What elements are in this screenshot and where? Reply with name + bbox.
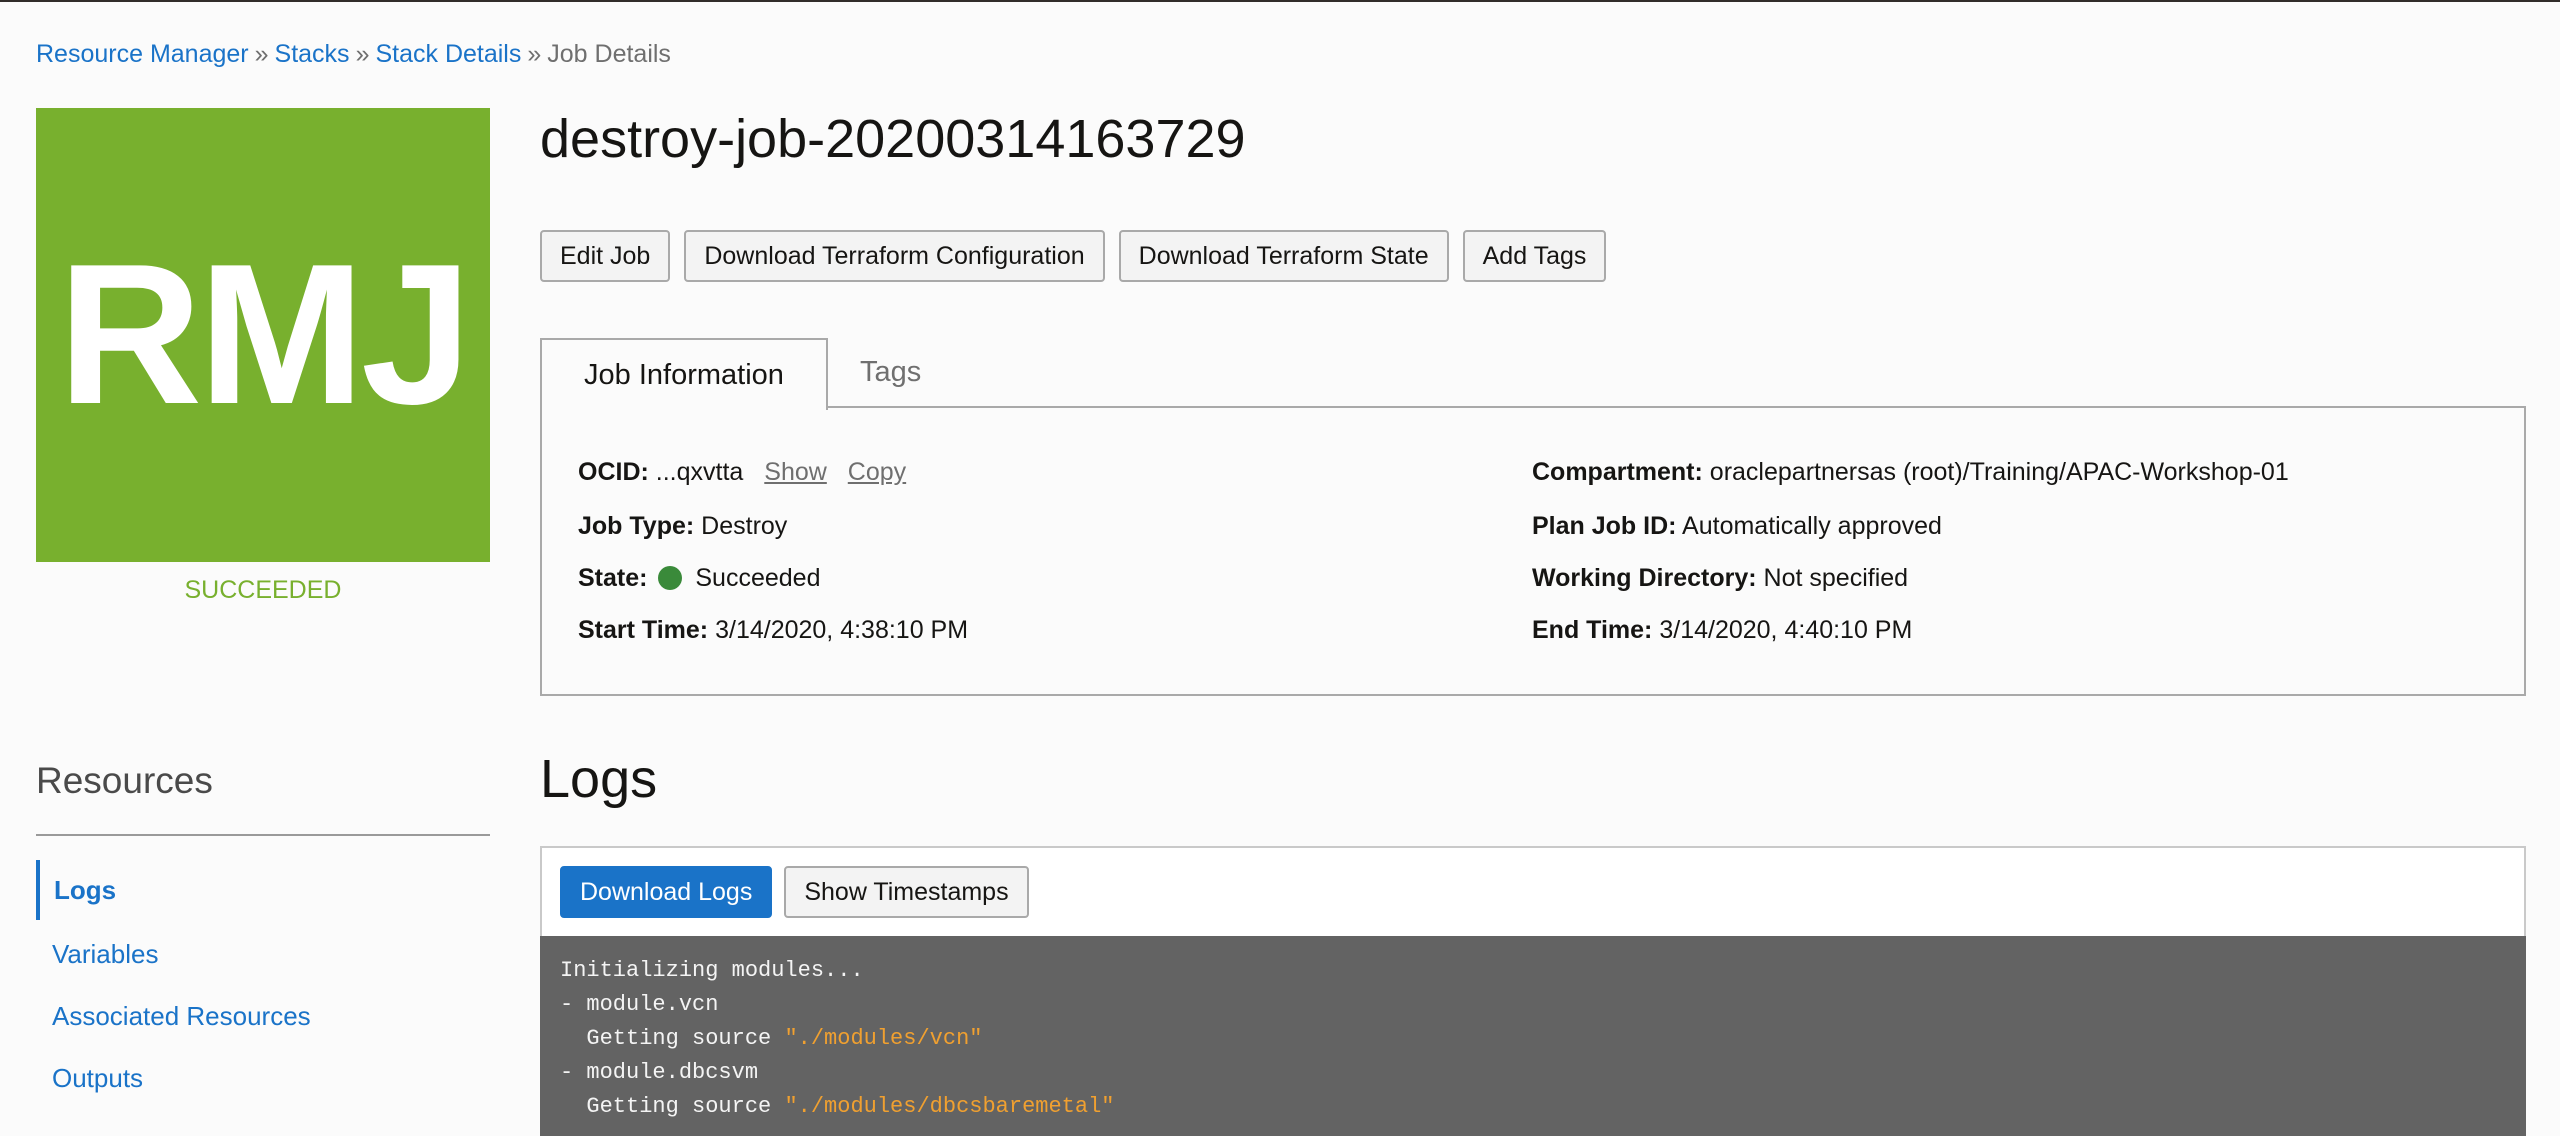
log-console: Initializing modules... - module.vcn Get… [540, 936, 2526, 1136]
top-border [0, 0, 2560, 2]
status-dot-icon [658, 566, 683, 590]
state-label: State: [578, 564, 648, 592]
log-line: Getting source "./modules/vcn" [560, 1026, 983, 1051]
compartment-label: Compartment: [1532, 458, 1703, 486]
log-line: - module.vcn [560, 992, 719, 1017]
job-type-value: Destroy [701, 512, 788, 540]
ocid-show-link[interactable]: Show [764, 458, 827, 486]
state-row: State: Succeeded [578, 564, 820, 593]
log-line: Initializing modules... [560, 958, 864, 983]
page-title: destroy-job-20200314163729 [540, 109, 1246, 169]
status-label: SUCCEEDED [184, 576, 342, 604]
resources-item-outputs[interactable]: Outputs [36, 1048, 143, 1108]
resources-divider [36, 834, 490, 836]
log-line: - module.dbcsvm [560, 1060, 759, 1085]
tab-job-information[interactable]: Job Information [540, 338, 828, 410]
plan-job-id-value: Automatically approved [1682, 512, 1942, 540]
breadcrumb: Resource Manager» Stacks» Stack Details» Jo… [36, 40, 671, 69]
log-line: Getting source "./modules/dbcsbaremetal" [560, 1094, 1115, 1119]
end-time-label: End Time: [1532, 616, 1653, 644]
ocid-value: ...qxvtta [655, 458, 744, 486]
add-tags-button[interactable]: Add Tags [1462, 230, 1607, 282]
breadcrumb-resource-manager[interactable]: Resource Manager [36, 40, 249, 68]
breadcrumb-separator: » [355, 40, 370, 68]
resources-heading: Resources [36, 760, 213, 801]
ocid-copy-link[interactable]: Copy [848, 458, 906, 486]
plan-job-id-row: Plan Job ID: Automatically approved [1532, 512, 1942, 541]
end-time-row: End Time: 3/14/2020, 4:40:10 PM [1532, 616, 1912, 645]
working-directory-label: Working Directory: [1532, 564, 1757, 592]
ocid-row: OCID: ...qxvtta Show Copy [578, 458, 906, 487]
breadcrumb-stacks[interactable]: Stacks [275, 40, 350, 68]
resources-item-associated-resources[interactable]: Associated Resources [36, 986, 311, 1046]
start-time-label: Start Time: [578, 616, 709, 644]
resources-item-variables[interactable]: Variables [36, 924, 158, 984]
job-type-label: Job Type: [578, 512, 695, 540]
state-value: Succeeded [695, 564, 821, 592]
action-toolbar: Edit Job Download Terraform Configuratio… [540, 230, 1607, 282]
breadcrumb-separator: » [527, 40, 542, 68]
download-logs-button[interactable]: Download Logs [560, 866, 773, 918]
job-logo: RMJ [36, 108, 490, 562]
job-type-row: Job Type: Destroy [578, 512, 787, 541]
breadcrumb-separator: » [254, 40, 269, 68]
ocid-label: OCID: [578, 458, 649, 486]
resources-item-logs[interactable]: Logs [36, 860, 116, 920]
breadcrumb-stack-details[interactable]: Stack Details [375, 40, 521, 68]
tab-tags[interactable]: Tags [860, 338, 921, 406]
show-timestamps-button[interactable]: Show Timestamps [784, 866, 1029, 918]
compartment-row: Compartment: oraclepartnersas (root)/Tra… [1532, 458, 2289, 487]
plan-job-id-label: Plan Job ID: [1532, 512, 1677, 540]
download-terraform-configuration-button[interactable]: Download Terraform Configuration [684, 230, 1105, 282]
working-directory-value: Not specified [1763, 564, 1909, 592]
logs-heading: Logs [540, 749, 658, 809]
download-terraform-state-button[interactable]: Download Terraform State [1118, 230, 1449, 282]
working-directory-row: Working Directory: Not specified [1532, 564, 1908, 593]
breadcrumb-current: Job Details [547, 40, 671, 68]
job-information-panel: OCID: ...qxvtta Show Copy Job Type: Dest… [540, 406, 2526, 696]
edit-job-button[interactable]: Edit Job [540, 230, 671, 282]
end-time-value: 3/14/2020, 4:40:10 PM [1659, 616, 1913, 644]
start-time-value: 3/14/2020, 4:38:10 PM [715, 616, 969, 644]
logo-text: RMJ [57, 223, 472, 446]
start-time-row: Start Time: 3/14/2020, 4:38:10 PM [578, 616, 968, 645]
compartment-value: oraclepartnersas (root)/Training/APAC-Wo… [1709, 458, 2289, 486]
logs-toolbar: Download Logs Show Timestamps [540, 846, 2526, 938]
